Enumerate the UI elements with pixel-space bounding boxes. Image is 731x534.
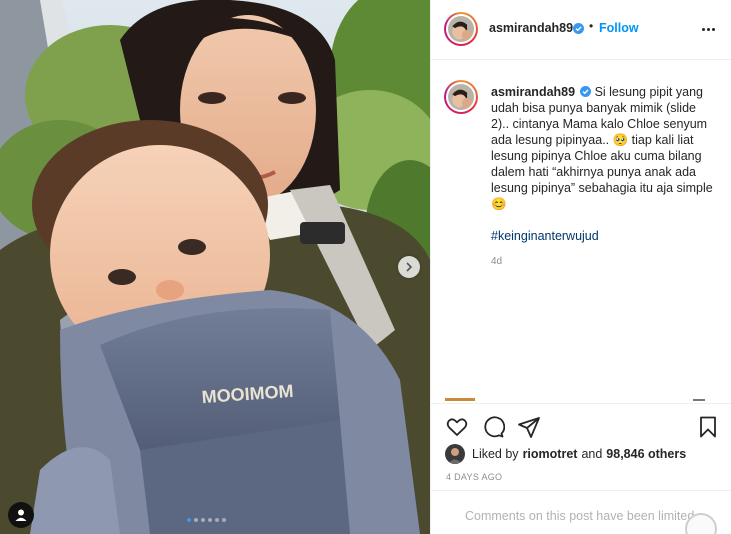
next-comment-peek-icon (693, 399, 705, 401)
post-caption: asmirandah89 Si lesung pipit yang udah b… (491, 84, 717, 244)
bookmark-icon (700, 416, 716, 438)
comments-limited-text: Comments on this post have been limited. (465, 509, 698, 523)
slide-indicator (187, 518, 226, 522)
caption-hashtag[interactable]: #keinginanterwujud (491, 228, 717, 244)
caption-age: 4d (491, 256, 503, 267)
heart-icon (446, 418, 468, 436)
slide-dot (222, 518, 226, 522)
next-slide-button[interactable] (398, 256, 420, 278)
comment-icon (484, 416, 505, 438)
caption-author-avatar[interactable] (444, 80, 478, 114)
verified-icon (573, 23, 584, 34)
slide-dot (201, 518, 205, 522)
action-bar (431, 403, 731, 445)
user-tag-icon (15, 509, 27, 521)
author-avatar[interactable] (444, 12, 478, 46)
emoji-icon[interactable] (685, 513, 717, 534)
comments-limited-bar: Comments on this post have been limited. (431, 490, 731, 534)
next-comment-peek (445, 398, 475, 401)
save-button[interactable] (696, 415, 720, 439)
liked-by-prefix: Liked by (472, 447, 519, 461)
liked-by-user[interactable]: riomotret (523, 447, 578, 461)
slide-dot (208, 518, 212, 522)
more-options-icon[interactable] (702, 22, 718, 36)
slide-dot (187, 518, 191, 522)
author-username[interactable]: asmirandah89 (489, 21, 573, 35)
verified-icon (580, 86, 592, 97)
comment-button[interactable] (481, 415, 505, 439)
share-icon (518, 417, 540, 438)
like-button[interactable] (445, 415, 469, 439)
header-separator: • (589, 19, 594, 33)
post-header: asmirandah89 • Follow (431, 0, 731, 60)
post-photo: MOOIMOM (0, 0, 430, 534)
tagged-users-button[interactable] (8, 502, 34, 528)
post-side-panel: asmirandah89 • Follow asmirandah89 Si le… (430, 0, 731, 534)
likes-count[interactable]: 98,846 others (606, 447, 686, 461)
post-timestamp[interactable]: 4 DAYS AGO (446, 472, 502, 482)
likes-summary: Liked by riomotret and 98,846 others (445, 444, 690, 464)
comments-area[interactable]: asmirandah89 Si lesung pipit yang udah b… (431, 61, 731, 403)
post-media[interactable]: MOOIMOM (0, 0, 430, 534)
caption-author-username[interactable]: asmirandah89 (491, 85, 575, 99)
follow-button[interactable]: Follow (599, 21, 639, 35)
share-button[interactable] (517, 415, 541, 439)
liker-avatar[interactable] (445, 444, 465, 464)
slide-dot (215, 518, 219, 522)
chevron-right-icon (406, 262, 413, 272)
caption-text: Si lesung pipit yang udah bisa punya ban… (491, 85, 713, 211)
slide-dot (194, 518, 198, 522)
liked-by-and: and (581, 447, 603, 461)
